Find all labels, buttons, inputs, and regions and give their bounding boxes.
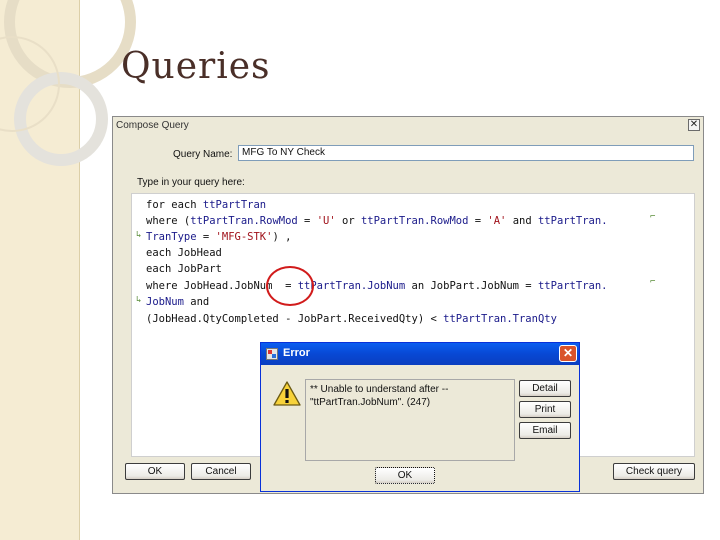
error-titlebar: Error ✕ [261, 343, 579, 365]
wrap-continue-icon: ↳ [136, 230, 142, 240]
query-editor-label: Type in your query here: [137, 177, 245, 188]
code-line: where JobHead.JobNum = ttPartTran.JobNum… [146, 280, 608, 292]
code-token: = [196, 231, 216, 243]
email-button[interactable]: Email [519, 422, 571, 439]
error-message-line: ** Unable to understand after -- [310, 384, 449, 395]
code-token: = [297, 215, 317, 227]
code-token: 'MFG-STK' [215, 231, 273, 243]
error-message-line: "ttPartTran.JobNum". (247) [310, 397, 431, 408]
ok-button[interactable]: OK [125, 463, 185, 480]
code-token: TranType [146, 231, 197, 243]
code-token: (JobHead.QtyCompleted - JobPart.Received… [146, 313, 444, 325]
code-token: an JobPart.JobNum = [405, 280, 538, 292]
error-ok-button[interactable]: OK [375, 467, 435, 484]
wrap-continue-icon: ↳ [136, 295, 142, 305]
code-token: ttPartTran.TranQty [443, 313, 557, 325]
code-line: where (ttPartTran.RowMod = 'U' or ttPart… [146, 215, 608, 227]
code-token: for each [146, 199, 203, 211]
compose-query-titlebar: Compose Query ✕ [113, 117, 703, 135]
code-line: JobNum and [146, 296, 209, 308]
code-token: 'U' [316, 215, 336, 227]
code-token: where ( [146, 215, 191, 227]
error-title: Error [283, 347, 310, 359]
code-line: for each ttPartTran [146, 199, 266, 211]
code-token: ) , [272, 231, 292, 243]
close-icon[interactable]: ✕ [559, 345, 577, 362]
query-name-input[interactable]: MFG To NY Check [238, 145, 694, 161]
print-button[interactable]: Print [519, 401, 571, 418]
code-token: ttPartTran.RowMod [190, 215, 298, 227]
app-icon [266, 348, 278, 360]
error-message-box: ** Unable to understand after -- "ttPart… [305, 379, 515, 461]
error-dialog: Error ✕ ** Unable to understand after --… [260, 342, 580, 492]
detail-button[interactable]: Detail [519, 380, 571, 397]
code-line: (JobHead.QtyCompleted - JobPart.Received… [146, 313, 557, 325]
check-query-button[interactable]: Check query [613, 463, 695, 480]
code-line: each JobHead [146, 247, 222, 259]
code-token: and [183, 296, 210, 308]
code-token: 'A' [487, 215, 507, 227]
code-token: or [335, 215, 361, 227]
code-line: TranType = 'MFG-STK') , [146, 231, 291, 243]
query-name-label: Query Name: [173, 149, 233, 160]
code-token: JobNum [146, 296, 184, 308]
wrap-end-icon: ⌐ [650, 212, 656, 222]
wrap-end-icon: ⌐ [650, 277, 656, 287]
code-token: and [506, 215, 538, 227]
code-token: ttPartTran.RowMod [360, 215, 469, 227]
code-line: each JobPart [146, 263, 222, 275]
highlight-circle [266, 266, 314, 306]
code-token: ttPartTran [202, 199, 267, 211]
slide-title: Queries [121, 46, 271, 87]
code-token: = [468, 215, 488, 227]
close-icon[interactable]: ✕ [688, 119, 700, 131]
warning-icon [273, 381, 301, 406]
code-token: ttPartTran. [537, 215, 608, 227]
code-token: ttPartTran. [537, 280, 608, 292]
compose-query-title: Compose Query [116, 120, 189, 131]
cancel-button[interactable]: Cancel [191, 463, 251, 480]
